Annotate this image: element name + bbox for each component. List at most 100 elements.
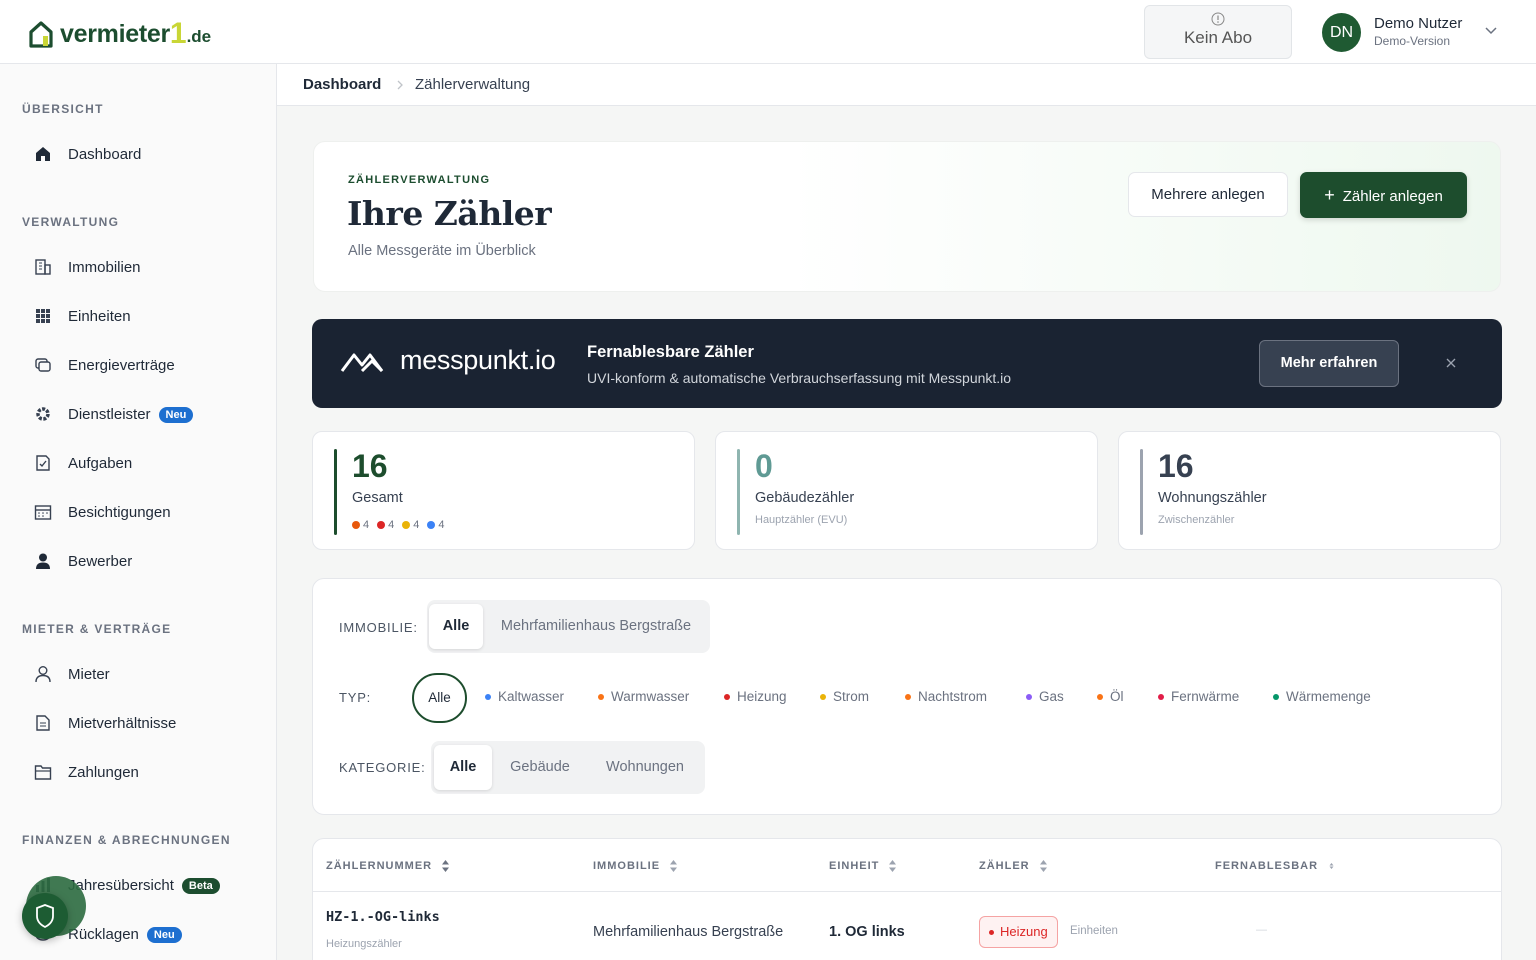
sidebar-item-zahlungen[interactable]: Zahlungen	[0, 752, 276, 792]
sidebar-item-label: Energieverträge	[68, 356, 175, 374]
banner-title: Fernablesbare Zähler	[587, 343, 754, 361]
subscription-button[interactable]: Kein Abo	[1144, 5, 1292, 59]
typ-option-kaltwasser[interactable]: Kaltwasser	[485, 689, 564, 704]
sidebar-item-label: Dienstleister Neu	[68, 406, 194, 423]
beta-badge: Beta	[181, 877, 220, 894]
filter-panel: IMMOBILIE: Alle Mehrfamilienhaus Bergstr…	[312, 578, 1502, 815]
stat-value: 16	[1158, 448, 1194, 484]
sort-icon	[670, 860, 678, 872]
kategorie-option-gebaeude[interactable]: Gebäude	[499, 745, 581, 790]
column-header-number[interactable]: ZÄHLERNUMMER	[326, 859, 450, 873]
page-title: Ihre Zähler	[347, 194, 552, 233]
type-dot	[724, 693, 730, 700]
user-outline-icon	[35, 666, 51, 683]
stat-label: Gesamt	[352, 490, 403, 506]
section-uebersicht: ÜBERSICHT	[22, 102, 104, 116]
typ-option-nachtstrom[interactable]: Nachtstrom	[905, 689, 987, 704]
privacy-shield-button[interactable]	[22, 893, 68, 939]
meters-table: ZÄHLERNUMMER IMMOBILIE EINHEIT ZÄHLER FE…	[312, 838, 1502, 960]
sidebar-item-mietverhaeltnisse[interactable]: Mietverhältnisse	[0, 703, 276, 743]
typ-option-gas[interactable]: Gas	[1026, 689, 1064, 704]
kategorie-option-all[interactable]: Alle	[434, 745, 492, 790]
section-finanzen: FINANZEN & ABRECHNUNGEN	[22, 833, 231, 847]
stat-card-building: 0 Gebäudezähler Hauptzähler (EVU)	[715, 431, 1098, 550]
sidebar-item-label: Einheiten	[68, 307, 131, 325]
typ-option-fernwaerme[interactable]: Fernwärme	[1158, 689, 1239, 704]
create-multiple-button[interactable]: Mehrere anlegen	[1128, 172, 1288, 217]
type-dot	[1273, 693, 1279, 700]
meter-number[interactable]: HZ-1.-OG-links	[326, 909, 440, 925]
type-dot	[485, 693, 491, 700]
breadcrumb-current: Zählerverwaltung	[415, 76, 531, 93]
sidebar-item-label: Mieter	[68, 665, 110, 683]
page-header-card: ZÄHLERVERWALTUNG Ihre Zähler Alle Messge…	[313, 141, 1501, 292]
sidebar-item-mieter[interactable]: Mieter	[0, 654, 276, 694]
section-mieter-vertraege: MIETER & VERTRÄGE	[22, 622, 172, 636]
create-meter-button[interactable]: + Zähler anlegen	[1300, 172, 1467, 218]
typ-option-oel[interactable]: Öl	[1097, 689, 1124, 704]
type-dot	[989, 929, 994, 935]
column-header-immobilie[interactable]: IMMOBILIE	[593, 859, 678, 873]
typ-option-waermemenge[interactable]: Wärmemenge	[1273, 689, 1371, 704]
gear-icon	[36, 407, 50, 421]
immobilie-option-bergstrasse[interactable]: Mehrfamilienhaus Bergstraße	[489, 604, 703, 649]
column-header-zaehler[interactable]: ZÄHLER	[979, 859, 1048, 873]
create-meter-label: Zähler anlegen	[1342, 188, 1443, 205]
logo-text: vermieter	[60, 20, 170, 48]
sidebar-item-immobilien[interactable]: Immobilien	[0, 247, 276, 287]
top-header: vermieter 1 .de Kein Abo DN Demo Nutzer De…	[0, 0, 1536, 64]
sidebar-item-bewerber[interactable]: Bewerber	[0, 541, 276, 581]
filter-label-kategorie: KATEGORIE:	[339, 760, 426, 775]
messpunkt-logo-icon	[340, 353, 384, 373]
app-logo[interactable]: vermieter 1 .de	[28, 17, 211, 49]
sidebar-item-aufgaben[interactable]: Aufgaben	[0, 443, 276, 483]
kategorie-option-wohnungen[interactable]: Wohnungen	[591, 745, 699, 790]
contract-icon	[35, 358, 51, 372]
calendar-icon	[34, 505, 52, 520]
sort-icon	[889, 860, 897, 872]
stat-card-apartment: 16 Wohnungszähler Zwischenzähler	[1118, 431, 1501, 550]
typ-option-all[interactable]: Alle	[412, 673, 467, 723]
meter-units-link[interactable]: Einheiten	[1070, 925, 1118, 937]
page-subtitle: Alle Messgeräte im Überblick	[348, 243, 536, 259]
sidebar-item-energievertraege[interactable]: Energieverträge	[0, 345, 276, 385]
info-icon	[1211, 12, 1225, 26]
sidebar-item-label: Immobilien	[68, 258, 141, 276]
sidebar-item-dienstleister[interactable]: Dienstleister Neu	[0, 394, 276, 434]
column-header-fernablesbar[interactable]: FERNABLESBAR	[1215, 859, 1336, 873]
stat-sublabel: Hauptzähler (EVU)	[755, 514, 848, 526]
dot-red	[377, 521, 386, 529]
meter-property: Mehrfamilienhaus Bergstraße	[593, 924, 784, 940]
typ-option-warmwasser[interactable]: Warmwasser	[598, 689, 689, 704]
typ-option-strom[interactable]: Strom	[820, 689, 869, 704]
sidebar-item-label: Mietverhältnisse	[68, 714, 177, 732]
sidebar-item-label: Zahlungen	[68, 763, 139, 781]
sort-icon	[442, 860, 450, 872]
sidebar-item-einheiten[interactable]: Einheiten	[0, 296, 276, 336]
banner-subtitle: UVI-konform & automatische Verbrauchserf…	[587, 370, 1012, 386]
stat-card-total: 16 Gesamt 4 4 4 4	[312, 431, 695, 550]
sidebar-item-besichtigungen[interactable]: Besichtigungen	[0, 492, 276, 532]
messpunkt-brand: messpunkt.io	[400, 345, 556, 375]
sidebar-item-label: Bewerber	[68, 552, 133, 570]
meter-type-badge: Heizung	[979, 916, 1058, 948]
messpunkt-banner: messpunkt.io Fernablesbare Zähler UVI-ko…	[312, 319, 1502, 408]
type-dot	[1158, 693, 1164, 700]
avatar[interactable]: DN	[1322, 13, 1361, 52]
sidebar-item-dashboard[interactable]: Dashboard	[0, 134, 276, 174]
breadcrumb-dashboard[interactable]: Dashboard	[303, 76, 381, 93]
type-dot	[905, 693, 911, 700]
user-name[interactable]: Demo Nutzer	[1374, 15, 1462, 32]
immobilie-option-all[interactable]: Alle	[429, 604, 483, 649]
learn-more-button[interactable]: Mehr erfahren	[1259, 340, 1399, 387]
stat-accent-bar	[334, 449, 337, 535]
column-header-einheit[interactable]: EINHEIT	[829, 859, 897, 873]
user-role: Demo-Version	[1374, 34, 1451, 48]
stat-value: 16	[352, 448, 388, 484]
close-icon[interactable]	[1445, 357, 1457, 369]
home-icon	[36, 147, 50, 161]
chevron-down-icon[interactable]	[1484, 26, 1498, 36]
plus-icon: +	[1324, 185, 1335, 205]
meter-remote-readable: —	[1256, 924, 1267, 936]
typ-option-heizung[interactable]: Heizung	[724, 689, 787, 704]
